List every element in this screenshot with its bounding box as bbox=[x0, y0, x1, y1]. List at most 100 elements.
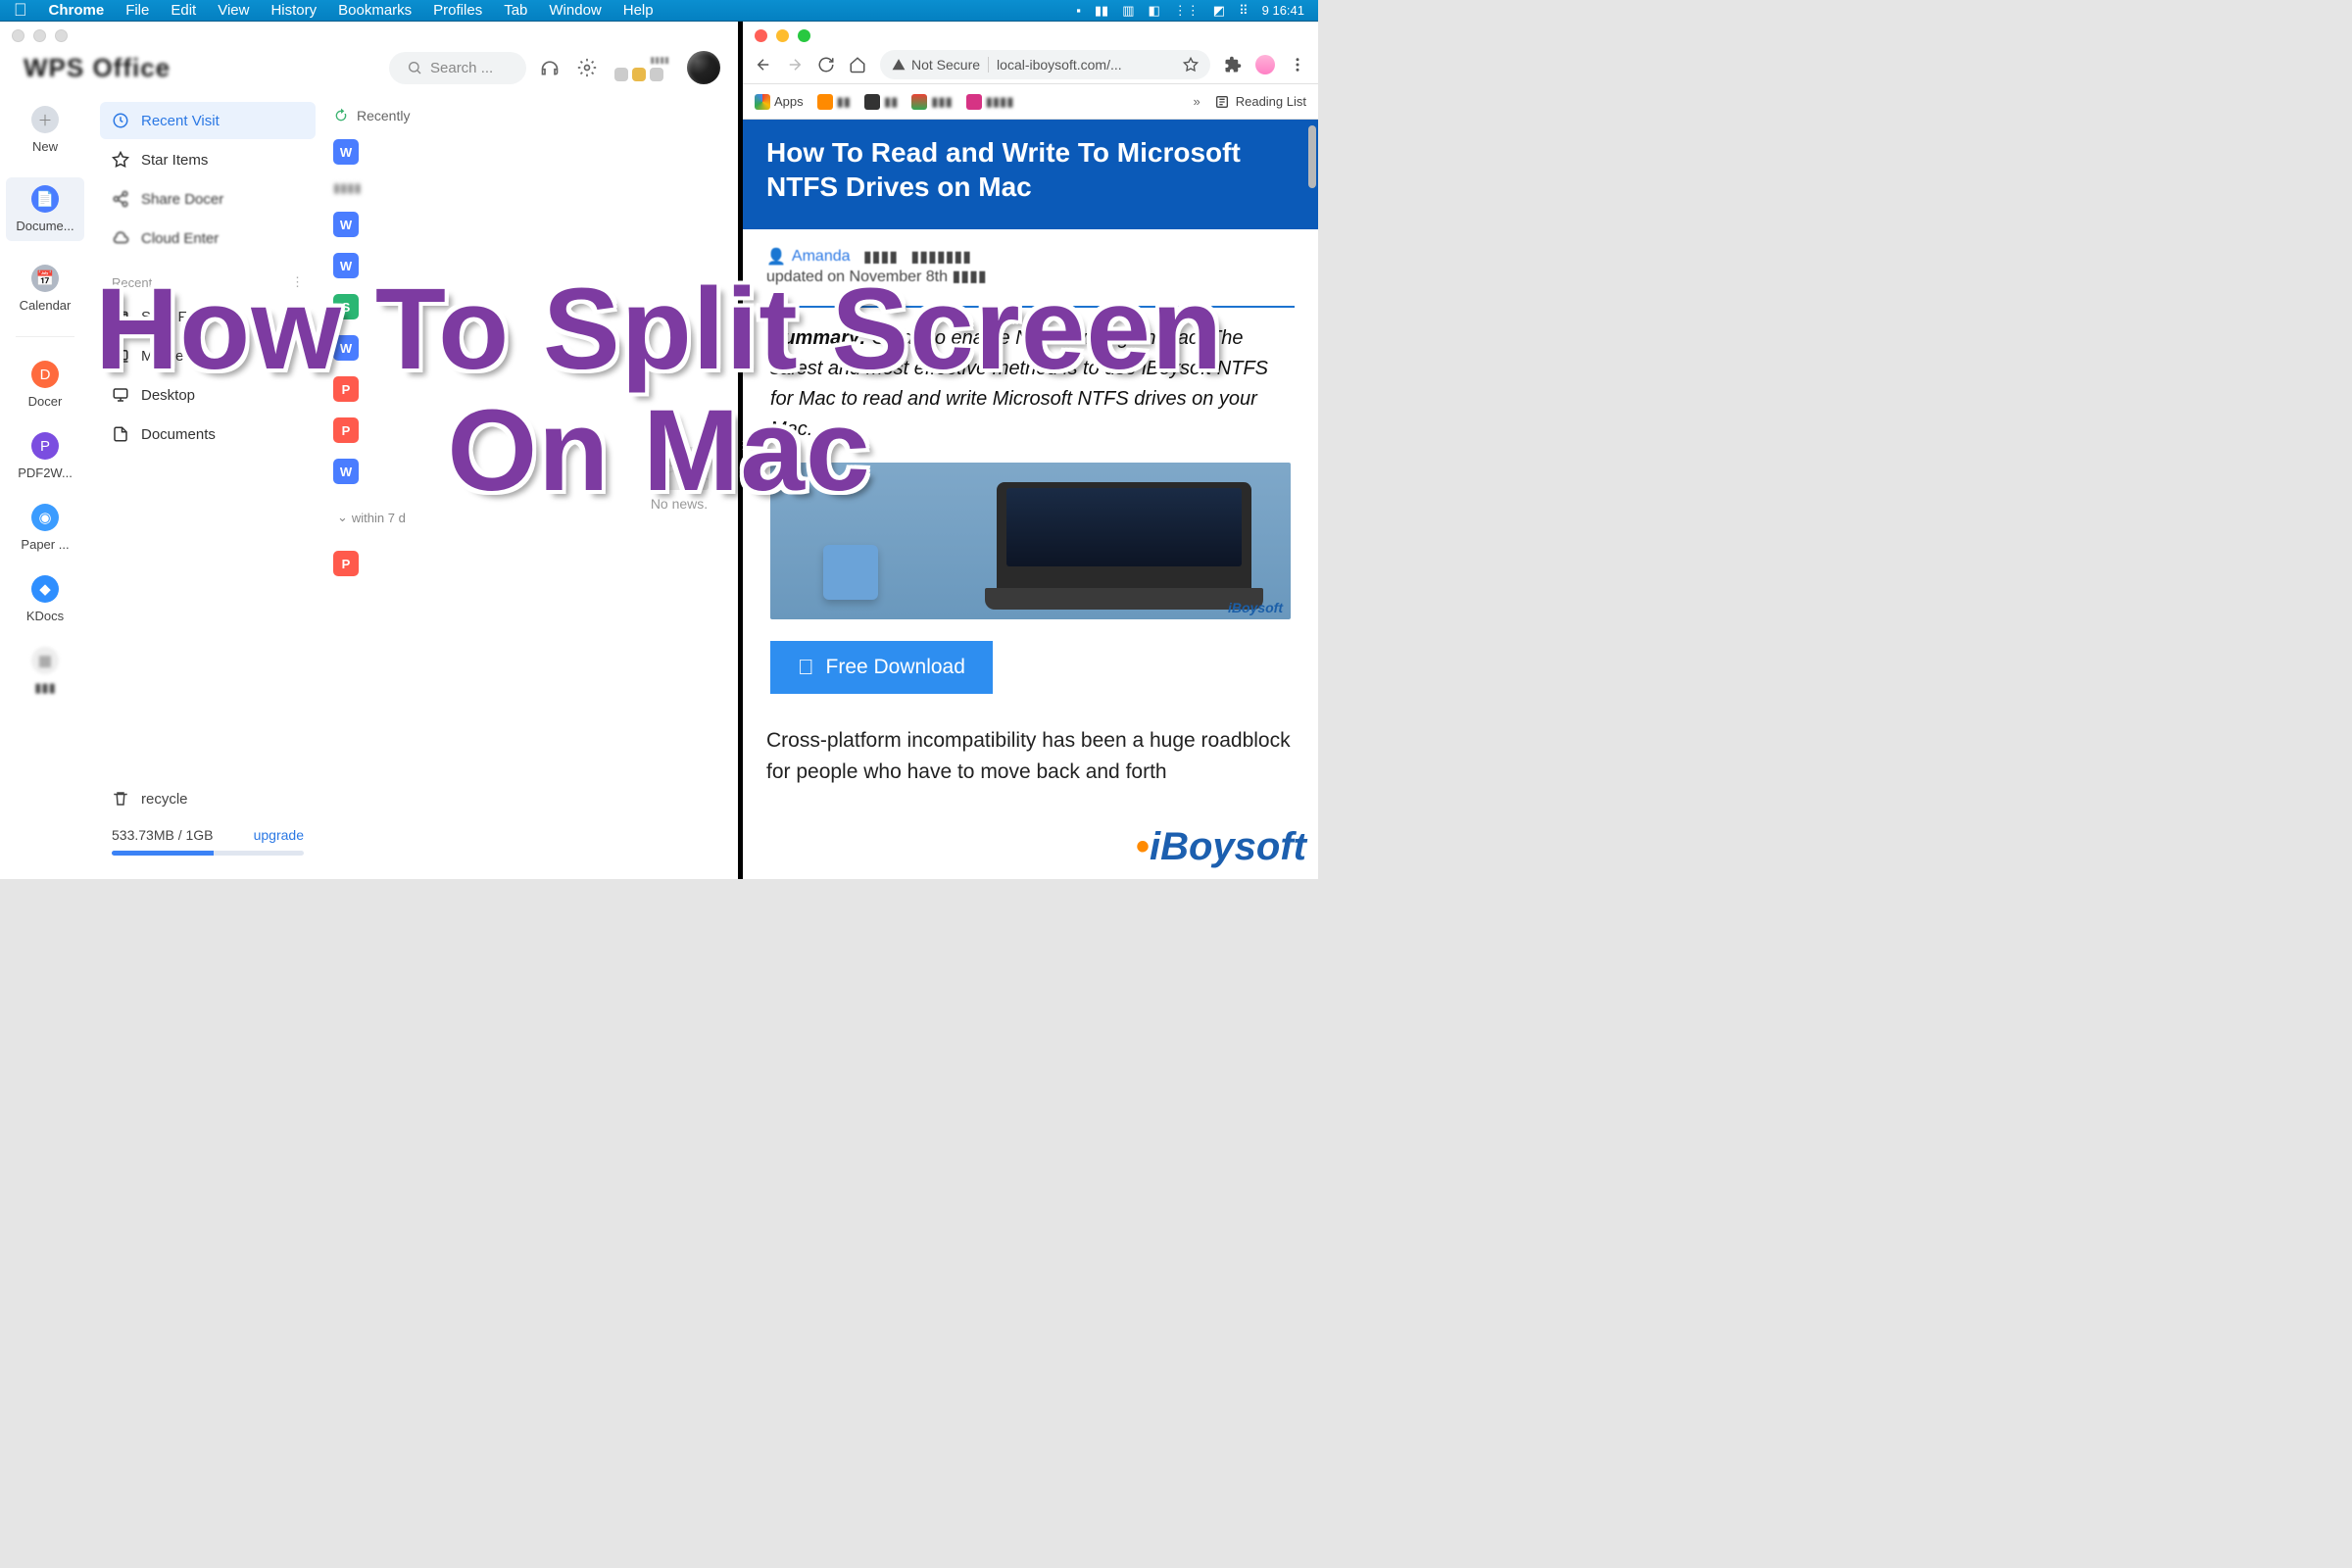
nav-recycle[interactable]: recycle bbox=[112, 780, 304, 817]
file-item[interactable]: W bbox=[333, 335, 359, 361]
nav-label: Cloud Enter bbox=[141, 230, 219, 247]
scrollbar[interactable] bbox=[1308, 120, 1316, 879]
nav-label: Recent Visit bbox=[141, 113, 220, 129]
status-icon[interactable]: ◧ bbox=[1149, 3, 1160, 19]
menu-view[interactable]: View bbox=[218, 2, 249, 19]
sidebar-label: Docer bbox=[28, 394, 63, 409]
app-header: WPS Office Search ... ▮▮▮▮ bbox=[0, 45, 738, 94]
window-controls-inactive bbox=[0, 22, 738, 45]
sidebar-calendar[interactable]: 📅 Calendar bbox=[6, 265, 84, 313]
control-center-icon[interactable]: ⠿ bbox=[1239, 3, 1249, 19]
user-label: ▮▮▮▮ bbox=[650, 55, 669, 66]
sidebar-docer[interactable]: D Docer bbox=[6, 361, 84, 409]
forward-button[interactable] bbox=[786, 56, 804, 74]
nav-share[interactable]: Share Docer bbox=[100, 180, 316, 218]
menu-window[interactable]: Window bbox=[549, 2, 601, 19]
home-button[interactable] bbox=[849, 56, 866, 74]
file-item[interactable]: W bbox=[333, 253, 359, 278]
nav-cloud[interactable]: Cloud Enter bbox=[100, 220, 316, 257]
status-icon[interactable]: ▮▮ bbox=[1095, 3, 1108, 19]
hero-image: iBoysoft bbox=[770, 463, 1291, 619]
storage-info: 533.73MB / 1GB upgrade bbox=[112, 827, 304, 843]
file-item[interactable]: P bbox=[333, 376, 359, 402]
menu-edit[interactable]: Edit bbox=[171, 2, 196, 19]
nav-label: Sync Folder bbox=[141, 309, 220, 325]
primary-sidebar: ＋ New 📄 Docume... 📅 Calendar D Docer bbox=[0, 94, 90, 879]
wifi-icon[interactable]: ⋮⋮ bbox=[1174, 3, 1200, 19]
nav-documents[interactable]: Documents bbox=[100, 416, 316, 453]
status-icon[interactable]: ◩ bbox=[1213, 3, 1225, 19]
nav-my-device[interactable]: My Device bbox=[100, 337, 316, 374]
nav-label: recycle bbox=[141, 791, 188, 808]
file-item[interactable]: W bbox=[333, 139, 359, 165]
sidebar-paper[interactable]: ◉ Paper ... bbox=[6, 504, 84, 552]
menu-help[interactable]: Help bbox=[623, 2, 654, 19]
menu-file[interactable]: File bbox=[125, 2, 149, 19]
right-browser-window: Not Secure local-iboysoft.com/... Apps ▮… bbox=[743, 22, 1318, 879]
page-content[interactable]: How To Read and Write To Microsoft NTFS … bbox=[743, 120, 1318, 879]
user-avatar[interactable] bbox=[687, 51, 720, 84]
file-item[interactable]: S bbox=[333, 294, 359, 319]
nav-star-items[interactable]: Star Items bbox=[100, 141, 316, 178]
nav-desktop[interactable]: Desktop bbox=[100, 376, 316, 414]
sidebar-label: Calendar bbox=[20, 298, 72, 313]
star-icon[interactable] bbox=[1183, 57, 1199, 73]
free-download-button[interactable]:  Free Download bbox=[770, 641, 993, 694]
bookmark-apps[interactable]: Apps bbox=[755, 94, 804, 110]
clock[interactable]: 9 16:41 bbox=[1262, 3, 1304, 18]
sidebar-pdf2word[interactable]: P PDF2W... bbox=[6, 432, 84, 480]
menu-tab[interactable]: Tab bbox=[504, 2, 527, 19]
app-menu[interactable]: Chrome bbox=[49, 2, 105, 19]
file-item[interactable]: P bbox=[333, 551, 359, 576]
bookmark-item[interactable]: ▮▮ bbox=[864, 94, 898, 110]
app-logo: WPS Office bbox=[24, 53, 171, 83]
recently-label: Recently bbox=[357, 108, 410, 123]
file-item[interactable]: P bbox=[333, 417, 359, 443]
close-button[interactable] bbox=[12, 29, 24, 42]
menu-bookmarks[interactable]: Bookmarks bbox=[338, 2, 412, 19]
extensions-icon[interactable] bbox=[1224, 56, 1242, 74]
envelope-icon bbox=[650, 447, 709, 490]
status-icon[interactable]: ▪ bbox=[1076, 3, 1081, 18]
fullscreen-button[interactable] bbox=[798, 29, 810, 42]
sidebar-document[interactable]: 📄 Docume... bbox=[6, 177, 84, 241]
reload-button[interactable] bbox=[817, 56, 835, 74]
bookmark-item[interactable]: ▮▮▮ bbox=[911, 94, 952, 110]
upgrade-link[interactable]: upgrade bbox=[254, 827, 304, 843]
profile-icon[interactable] bbox=[1255, 55, 1275, 74]
nav-label: Documents bbox=[141, 426, 216, 443]
bookmark-item[interactable]: ▮▮ bbox=[817, 94, 851, 110]
warning-icon bbox=[892, 58, 906, 72]
status-icon[interactable]: ▥ bbox=[1122, 3, 1134, 19]
minimize-button[interactable] bbox=[33, 29, 46, 42]
apple-menu-icon[interactable]:  bbox=[14, 0, 27, 21]
sidebar-new[interactable]: ＋ New bbox=[6, 106, 84, 154]
fullscreen-button[interactable] bbox=[55, 29, 68, 42]
minimize-button[interactable] bbox=[776, 29, 789, 42]
nav-label: Star Items bbox=[141, 152, 208, 169]
sidebar-kdocs[interactable]: ◆ KDocs bbox=[6, 575, 84, 623]
window-controls-active bbox=[743, 22, 1318, 45]
menu-profiles[interactable]: Profiles bbox=[433, 2, 482, 19]
menu-icon[interactable] bbox=[1289, 56, 1306, 74]
sidebar-label: New bbox=[32, 139, 58, 154]
back-button[interactable] bbox=[755, 56, 772, 74]
headphones-icon[interactable] bbox=[540, 58, 560, 77]
nav-recent-visit[interactable]: Recent Visit bbox=[100, 102, 316, 139]
close-button[interactable] bbox=[755, 29, 767, 42]
apple-icon:  bbox=[798, 655, 814, 680]
bookmark-overflow[interactable]: » bbox=[1193, 94, 1200, 109]
bookmarks-bar: Apps ▮▮ ▮▮ ▮▮▮ ▮▮▮▮ » Reading List bbox=[743, 84, 1318, 120]
image-brand: iBoysoft bbox=[1228, 600, 1283, 615]
sidebar-more[interactable]: ▦ ▮▮▮ bbox=[6, 647, 84, 696]
menu-history[interactable]: History bbox=[270, 2, 317, 19]
more-icon[interactable]: ⋮ bbox=[291, 274, 304, 290]
file-item[interactable]: W bbox=[333, 459, 359, 484]
address-bar[interactable]: Not Secure local-iboysoft.com/... bbox=[880, 50, 1210, 79]
nav-sync-folder[interactable]: Sync Folder bbox=[100, 298, 316, 335]
reading-list-button[interactable]: Reading List bbox=[1214, 94, 1306, 110]
search-input[interactable]: Search ... bbox=[389, 52, 526, 84]
bookmark-item[interactable]: ▮▮▮▮ bbox=[966, 94, 1014, 110]
file-item[interactable]: W bbox=[333, 212, 359, 237]
gear-icon[interactable] bbox=[577, 58, 597, 77]
